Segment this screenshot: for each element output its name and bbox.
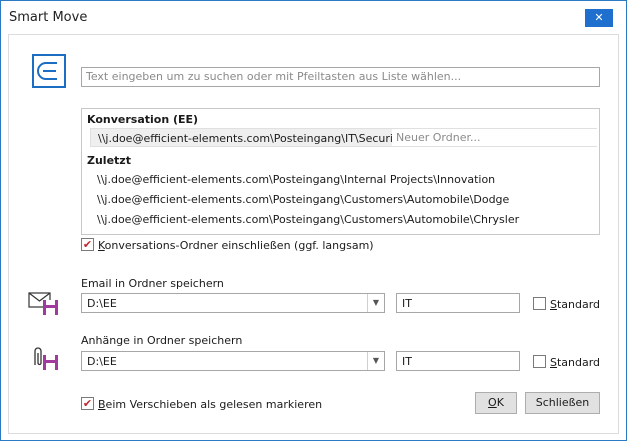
paperclip-save-icon [34, 347, 58, 370]
title-bar: Smart Move ✕ [1, 1, 626, 33]
new-folder-input[interactable]: Neuer Ordner... [392, 129, 597, 146]
chevron-down-icon[interactable]: ▼ [367, 294, 384, 312]
attachments-standard-checkbox[interactable] [533, 355, 546, 368]
close-dialog-button[interactable]: Schließen [525, 392, 600, 414]
mark-read-checkbox[interactable]: ✔ [81, 397, 94, 410]
list-item[interactable]: \\j.doe@efficient-elements.com\Posteinga… [97, 173, 495, 186]
email-save-label: Email in Ordner speichern [81, 277, 224, 290]
close-icon: ✕ [594, 11, 604, 24]
folder-list[interactable]: Konversation (EE) \\j.doe@efficient-elem… [81, 108, 600, 235]
window-title: Smart Move [9, 10, 88, 25]
dialog-window: Smart Move ✕ Text eingeben um zu suchen … [0, 0, 627, 441]
email-subfolder-input[interactable]: IT [396, 293, 520, 313]
mark-read-label: Beim Verschieben als gelesen markieren [98, 398, 323, 411]
include-conversation-label: Konversations-Ordner einschließen (ggf. … [98, 239, 374, 252]
attachments-standard-label: Standard [550, 356, 601, 369]
attachments-save-label: Anhänge in Ordner speichern [81, 334, 243, 347]
logo-glyph [37, 62, 57, 80]
attachments-folder-combo[interactable]: D:\EE ▼ [81, 351, 385, 371]
email-folder-combo[interactable]: D:\EE ▼ [81, 293, 385, 313]
email-folder-value: D:\EE [87, 297, 117, 310]
attachments-subfolder-input[interactable]: IT [396, 351, 520, 371]
attachments-folder-value: D:\EE [87, 355, 117, 368]
conversation-folder-row[interactable]: \\j.doe@efficient-elements.com\Posteinga… [90, 128, 597, 147]
efficient-elements-logo [32, 54, 66, 88]
envelope-save-icon [28, 292, 58, 315]
close-button[interactable]: ✕ [585, 9, 613, 27]
conversation-path: \\j.doe@efficient-elements.com\Posteinga… [98, 132, 408, 145]
ok-button[interactable]: OK [475, 392, 517, 414]
email-standard-checkbox[interactable] [533, 297, 546, 310]
include-conversation-checkbox[interactable]: ✔ [81, 238, 94, 251]
email-standard-label: Standard [550, 298, 601, 311]
list-item[interactable]: \\j.doe@efficient-elements.com\Posteinga… [97, 213, 519, 226]
conversation-header: Konversation (EE) [87, 113, 199, 126]
chevron-down-icon[interactable]: ▼ [367, 352, 384, 370]
dialog-content: Text eingeben um zu suchen oder mit Pfei… [8, 34, 619, 434]
search-input[interactable]: Text eingeben um zu suchen oder mit Pfei… [81, 67, 600, 87]
recent-header: Zuletzt [87, 154, 131, 167]
list-item[interactable]: \\j.doe@efficient-elements.com\Posteinga… [97, 193, 509, 206]
